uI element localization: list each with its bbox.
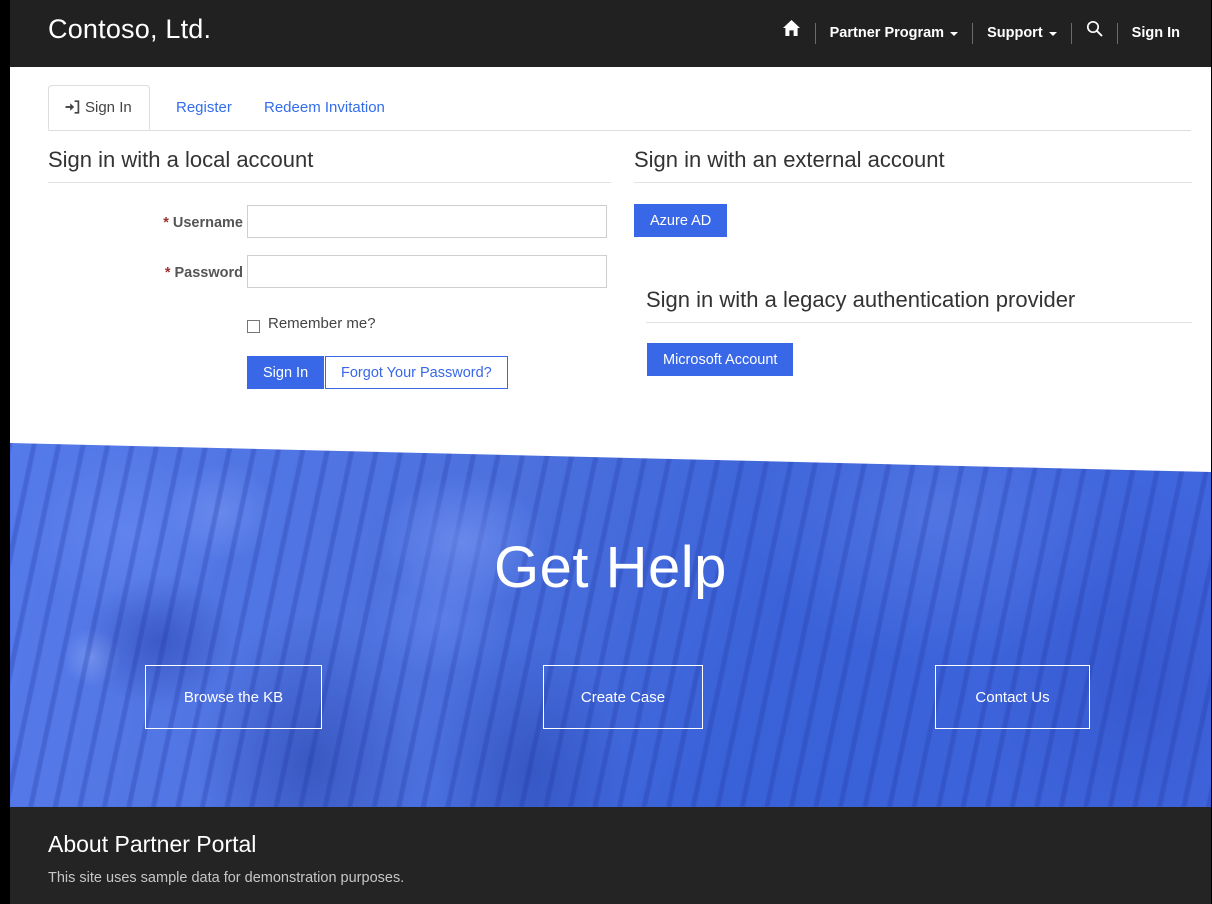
chevron-down-icon — [950, 31, 959, 36]
nav-home-link[interactable] — [768, 0, 815, 67]
site-footer: About Partner Portal This site uses samp… — [10, 807, 1211, 904]
azure-ad-button[interactable]: Azure AD — [634, 204, 728, 237]
local-account-heading: Sign in with a local account — [48, 147, 611, 183]
hero-button-row: Browse the KB Create Case Contact Us — [10, 665, 1211, 729]
username-label: * Username — [48, 215, 243, 231]
brand-logo[interactable]: Contoso, Ltd. — [48, 14, 211, 45]
nav-links: Partner Program Support Sign In — [768, 0, 1194, 67]
auth-tabs: Sign In Register Redeem Invitation — [48, 85, 1191, 131]
nav-search-button[interactable] — [1072, 0, 1117, 67]
tab-label: Sign In — [85, 99, 132, 116]
nav-item-sign-in[interactable]: Sign In — [1118, 0, 1194, 67]
external-account-panel: Sign in with an external account Azure A… — [634, 147, 1192, 376]
tab-redeem-invitation[interactable]: Redeem Invitation — [248, 85, 401, 130]
required-marker: * — [163, 215, 169, 231]
password-label-text: Password — [174, 265, 244, 281]
external-account-heading: Sign in with an external account — [634, 147, 1192, 183]
chevron-down-icon — [1048, 31, 1057, 36]
hero-color-overlay — [10, 442, 1211, 807]
create-case-button[interactable]: Create Case — [543, 665, 703, 729]
page-root: Contoso, Ltd. Partner Program Support Si… — [10, 0, 1211, 904]
nav-item-label: Sign In — [1131, 25, 1180, 41]
microsoft-account-button[interactable]: Microsoft Account — [647, 343, 794, 376]
local-account-panel: Sign in with a local account * Username … — [48, 147, 611, 390]
password-row: * Password — [48, 255, 611, 305]
nav-item-partner-program[interactable]: Partner Program — [816, 0, 972, 67]
footer-text: This site uses sample data for demonstra… — [48, 870, 405, 886]
forgot-password-button[interactable]: Forgot Your Password? — [325, 356, 508, 389]
username-input[interactable] — [247, 205, 607, 238]
legacy-account-heading: Sign in with a legacy authentication pro… — [646, 287, 1192, 323]
nav-item-support[interactable]: Support — [973, 0, 1071, 67]
remember-me-checkbox[interactable] — [247, 320, 260, 333]
tab-sign-in[interactable]: Sign In — [48, 85, 150, 130]
home-icon — [782, 0, 801, 67]
hero-title: Get Help — [494, 535, 727, 600]
nav-item-label: Support — [987, 25, 1043, 41]
browse-kb-button[interactable]: Browse the KB — [145, 665, 322, 729]
tab-label: Register — [176, 99, 232, 116]
sign-in-icon — [65, 99, 80, 118]
tab-label: Redeem Invitation — [264, 99, 385, 116]
hero-banner: Get Help Browse the KB Create Case Conta… — [10, 442, 1211, 807]
password-input[interactable] — [247, 255, 607, 288]
required-marker: * — [164, 265, 171, 281]
remember-me-label: Remember me? — [268, 315, 376, 332]
footer-title: About Partner Portal — [48, 831, 257, 857]
local-account-buttons: Sign In Forgot Your Password? — [48, 356, 611, 390]
top-navbar: Contoso, Ltd. Partner Program Support Si… — [10, 0, 1211, 67]
username-row: * Username — [48, 205, 611, 255]
password-label: * Password — [48, 265, 243, 281]
main-content: Sign In Register Redeem Invitation Sign … — [10, 67, 1211, 442]
search-icon — [1086, 0, 1103, 67]
nav-item-label: Partner Program — [829, 25, 945, 41]
sign-in-submit-button[interactable]: Sign In — [247, 356, 325, 389]
contact-us-button[interactable]: Contact Us — [935, 665, 1090, 729]
tab-register[interactable]: Register — [160, 85, 248, 130]
username-label-text: Username — [172, 215, 243, 231]
remember-me-row: Remember me? — [48, 315, 611, 347]
browser-window: Contoso, Ltd. Partner Program Support Si… — [0, 0, 1212, 904]
legacy-account-section: Sign in with a legacy authentication pro… — [646, 287, 1192, 323]
